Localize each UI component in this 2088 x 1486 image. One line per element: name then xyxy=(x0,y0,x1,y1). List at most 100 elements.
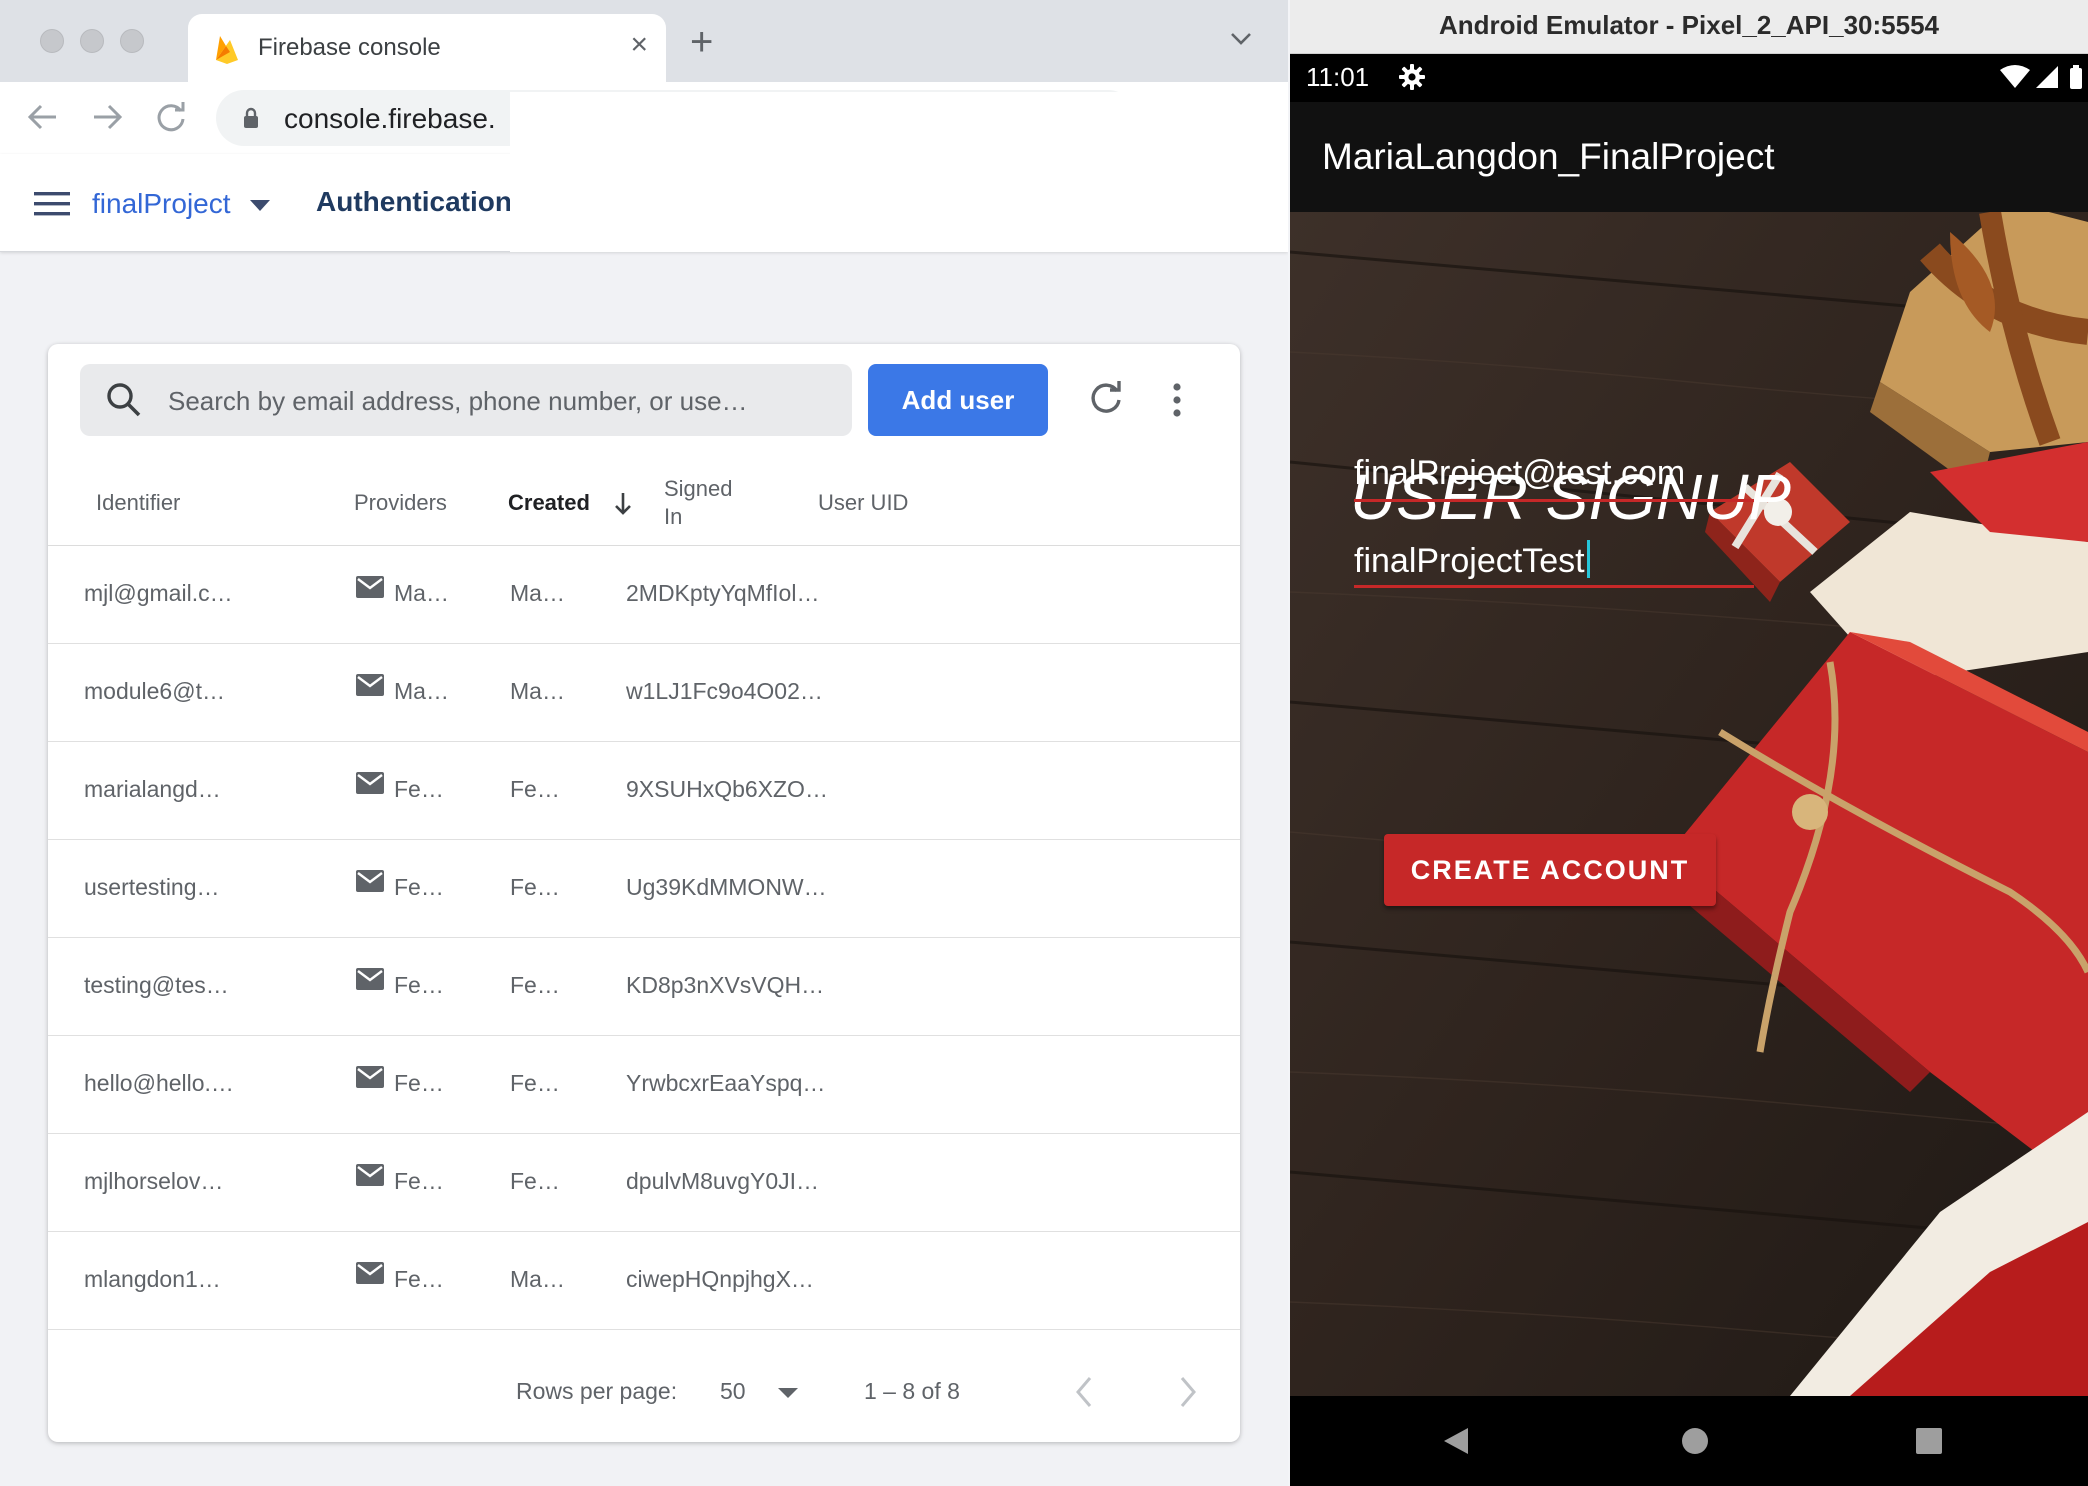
nav-home-icon[interactable] xyxy=(1680,1426,1710,1456)
sort-arrow-down-icon[interactable] xyxy=(614,492,632,516)
cell-signed-in: Fe… xyxy=(510,972,560,998)
firebase-flame-icon xyxy=(216,36,238,64)
refresh-icon[interactable] xyxy=(1088,380,1124,416)
table-row[interactable]: module6@t… Ma… Ma… w1LJ1Fc9o4O02… xyxy=(48,644,1240,742)
cell-created: Fe… xyxy=(394,874,444,900)
search-icon xyxy=(107,383,141,417)
cell-user-uid: ciwepHQnpjhgX… xyxy=(626,1266,814,1292)
email-envelope-icon xyxy=(356,1164,384,1186)
cell-signed-in: Ma… xyxy=(510,1266,565,1292)
cell-user-uid: w1LJ1Fc9o4O02… xyxy=(626,678,823,704)
email-field[interactable]: finalProject@test.com xyxy=(1354,452,1754,502)
back-icon[interactable] xyxy=(26,100,60,134)
table-row[interactable]: mjl@gmail.c… Ma… Ma… 2MDKptyYqMfIol… xyxy=(48,546,1240,644)
forward-icon[interactable] xyxy=(90,100,124,134)
battery-icon xyxy=(2070,68,2082,89)
cell-identifier: usertesting… xyxy=(84,874,220,900)
cell-user-uid: 9XSUHxQb6XZO… xyxy=(626,776,828,802)
cell-user-uid: KD8p3nXVsVQH… xyxy=(626,972,825,998)
tab-search-chevron-icon[interactable] xyxy=(1230,32,1252,46)
tab-strip: Firebase console × + xyxy=(0,0,1288,82)
email-envelope-icon xyxy=(356,870,384,892)
nav-recents-icon[interactable] xyxy=(1914,1426,1944,1456)
system-status-icons xyxy=(2000,65,2082,89)
email-envelope-icon xyxy=(356,772,384,794)
cell-identifier: hello@hello.… xyxy=(84,1070,234,1096)
tab-close-icon[interactable]: × xyxy=(630,28,648,62)
table-row[interactable]: mjlhorselov… Fe… Fe… dpulvM8uvgY0JI… xyxy=(48,1134,1240,1232)
signup-screen: USER SIGNUP finalProject@test.com finalP… xyxy=(1290,212,2088,1396)
email-envelope-icon xyxy=(356,674,384,696)
cell-identifier: mjlhorselov… xyxy=(84,1168,224,1194)
wifi-icon xyxy=(2000,65,2030,88)
cell-created: Fe… xyxy=(394,1070,444,1096)
add-user-button[interactable]: Add user xyxy=(868,364,1048,436)
table-row[interactable]: hello@hello.… Fe… Fe… YrwbcxrEaaYspq… xyxy=(48,1036,1240,1134)
rows-per-page-caret-icon[interactable] xyxy=(778,1388,798,1399)
status-time: 11:01 xyxy=(1306,62,1370,92)
android-status-bar: 11:01 xyxy=(1290,54,2088,102)
search-placeholder: Search by email address, phone number, o… xyxy=(168,386,748,416)
cell-created: Fe… xyxy=(394,1168,444,1194)
window-zoom-dot[interactable] xyxy=(120,29,144,53)
table-row[interactable]: usertesting… Fe… Fe… Ug39KdMMONW… xyxy=(48,840,1240,938)
blank-overlay xyxy=(510,92,1288,252)
page-range: 1 – 8 of 8 xyxy=(864,1378,960,1404)
pagination: Rows per page: 50 1 – 8 of 8 xyxy=(48,1368,1240,1442)
cell-signed-in: Ma… xyxy=(510,678,565,704)
col-user-uid[interactable]: User UID xyxy=(818,490,908,516)
table-row[interactable]: mlangdon1… Fe… Ma… ciwepHQnpjhgX… xyxy=(48,1232,1240,1330)
cell-signed-in: Fe… xyxy=(510,776,560,802)
caret-down-icon[interactable] xyxy=(250,200,270,212)
window-minimize-dot[interactable] xyxy=(80,29,104,53)
table-row[interactable]: marialangd… Fe… Fe… 9XSUHxQb6XZO… xyxy=(48,742,1240,840)
cell-created: Ma… xyxy=(394,678,449,704)
cell-user-uid: YrwbcxrEaaYspq… xyxy=(626,1070,826,1096)
lock-icon xyxy=(244,107,258,128)
cell-user-uid: 2MDKptyYqMfIol… xyxy=(626,580,820,606)
chevron-right-icon[interactable] xyxy=(1176,1374,1200,1410)
email-value: finalProject@test.com xyxy=(1354,454,1686,492)
tab-title: Firebase console xyxy=(258,34,441,61)
cell-signed-in: Fe… xyxy=(510,1168,560,1194)
cell-user-uid: Ug39KdMMONW… xyxy=(626,874,827,900)
email-envelope-icon xyxy=(356,1066,384,1088)
cell-created: Ma… xyxy=(394,580,449,606)
reload-icon[interactable] xyxy=(154,100,188,134)
password-value: finalProjectTest xyxy=(1354,542,1585,580)
settings-gear-icon xyxy=(1399,64,1425,90)
cell-identifier: module6@t… xyxy=(84,678,225,704)
search-input[interactable]: Search by email address, phone number, o… xyxy=(80,364,852,436)
cell-identifier: mjl@gmail.c… xyxy=(84,580,233,606)
more-vert-icon[interactable] xyxy=(1172,382,1182,418)
cell-user-uid: dpulvM8uvgY0JI… xyxy=(626,1168,820,1194)
window-close-dot[interactable] xyxy=(40,29,64,53)
col-created[interactable]: Created xyxy=(508,490,590,516)
nav-back-icon[interactable] xyxy=(1442,1426,1470,1456)
project-selector[interactable]: finalProject xyxy=(92,188,231,220)
users-card: Search by email address, phone number, o… xyxy=(48,344,1240,1442)
new-tab-icon[interactable]: + xyxy=(690,22,713,62)
cell-signed-in: Fe… xyxy=(510,874,560,900)
create-account-button[interactable]: CREATE ACCOUNT xyxy=(1384,834,1716,906)
menu-icon[interactable] xyxy=(34,192,70,216)
col-signed-in-line2[interactable]: In xyxy=(664,504,682,530)
chevron-left-icon[interactable] xyxy=(1072,1374,1096,1410)
app-title: MariaLangdon_FinalProject xyxy=(1322,136,1775,177)
rows-per-page-select[interactable]: 50 xyxy=(720,1378,746,1405)
cell-created: Fe… xyxy=(394,1266,444,1292)
android-nav-bar xyxy=(1290,1396,2088,1486)
tab-firebase-console[interactable]: Firebase console × xyxy=(188,14,666,82)
col-signed-in-line1[interactable]: Signed xyxy=(664,476,733,502)
cell-identifier: marialangd… xyxy=(84,776,221,802)
page-title: Authentication xyxy=(316,186,512,217)
table-row[interactable]: testing@tes… Fe… Fe… KD8p3nXVsVQH… xyxy=(48,938,1240,1036)
col-identifier[interactable]: Identifier xyxy=(96,490,180,516)
cell-signal-icon xyxy=(2036,66,2058,88)
rows-per-page-label: Rows per page: xyxy=(516,1378,678,1404)
android-emulator-window: Android Emulator - Pixel_2_API_30:5554 1… xyxy=(1290,0,2088,1486)
cell-identifier: testing@tes… xyxy=(84,972,229,998)
emulator-title: Android Emulator - Pixel_2_API_30:5554 xyxy=(1290,0,2088,54)
col-providers[interactable]: Providers xyxy=(354,490,447,516)
password-field[interactable]: finalProjectTest xyxy=(1354,538,1754,588)
